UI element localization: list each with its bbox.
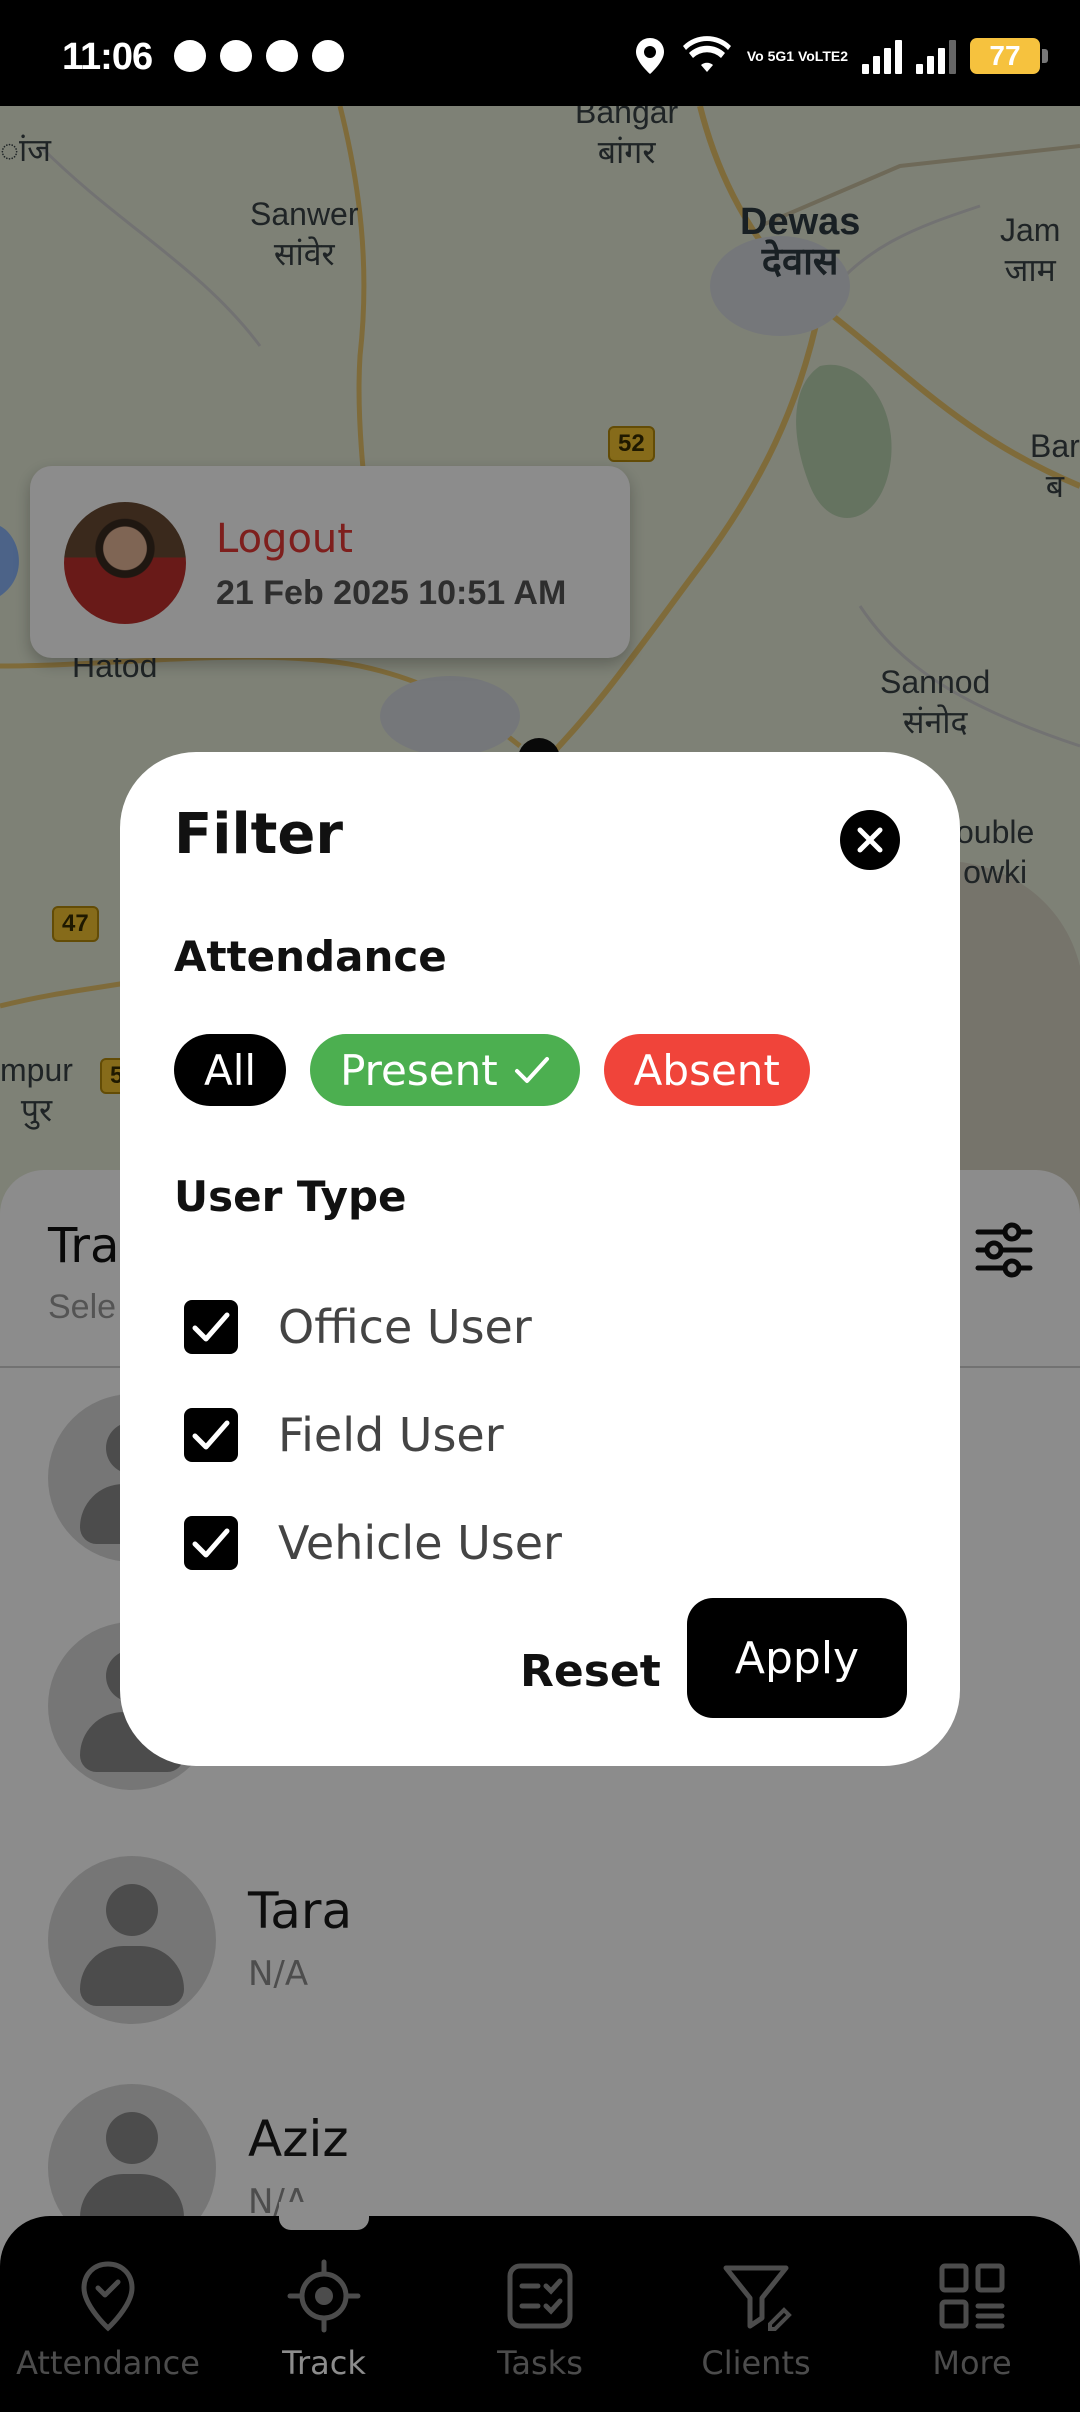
status-time: 11:06	[62, 36, 153, 78]
checkbox-checked-icon	[184, 1300, 238, 1354]
signal-2-icon	[916, 38, 956, 74]
vehicle-user-checkbox[interactable]: Vehicle User	[184, 1508, 562, 1578]
reset-button[interactable]: Reset	[520, 1632, 661, 1712]
wifi-icon	[682, 36, 731, 72]
filter-dialog: Filter Attendance All Present Absent Use…	[120, 752, 960, 1766]
status-right: Vo 5G1 VoLTE2 77	[633, 36, 1048, 76]
chip-absent[interactable]: Absent	[603, 1034, 810, 1106]
close-button[interactable]	[840, 810, 900, 870]
checkbox-checked-icon	[184, 1408, 238, 1462]
battery-indicator: 77	[970, 38, 1048, 74]
attendance-chips: All Present Absent	[174, 1034, 810, 1106]
signal-1-icon	[862, 38, 902, 74]
chip-present[interactable]: Present	[310, 1034, 580, 1106]
user-type-section-title: User Type	[174, 1172, 407, 1221]
notification-icons	[174, 40, 344, 72]
field-user-checkbox[interactable]: Field User	[184, 1400, 504, 1470]
office-user-checkbox[interactable]: Office User	[184, 1292, 532, 1362]
chat-notification-icon	[174, 40, 206, 72]
chip-label: All	[204, 1045, 257, 1095]
feather-notification-icon	[312, 40, 344, 72]
attendance-section-title: Attendance	[174, 932, 447, 981]
app-notification-icon	[266, 40, 298, 72]
close-icon	[857, 827, 883, 853]
checkbox-label: Field User	[278, 1408, 504, 1462]
chip-all[interactable]: All	[174, 1034, 287, 1106]
checkbox-checked-icon	[184, 1516, 238, 1570]
chip-label: Present	[340, 1045, 498, 1095]
checkbox-label: Office User	[278, 1300, 532, 1354]
apply-button[interactable]: Apply	[687, 1598, 907, 1718]
dialog-title: Filter	[174, 802, 344, 867]
status-bar: 11:06 Vo 5G1 VoLTE2 77	[0, 0, 1080, 106]
check-icon	[514, 1057, 549, 1083]
checkbox-label: Vehicle User	[278, 1516, 562, 1570]
network-type-label: Vo 5G1 VoLTE2	[746, 47, 848, 64]
chip-label: Absent	[633, 1045, 780, 1095]
location-icon	[635, 38, 664, 74]
alert-notification-icon	[220, 40, 252, 72]
